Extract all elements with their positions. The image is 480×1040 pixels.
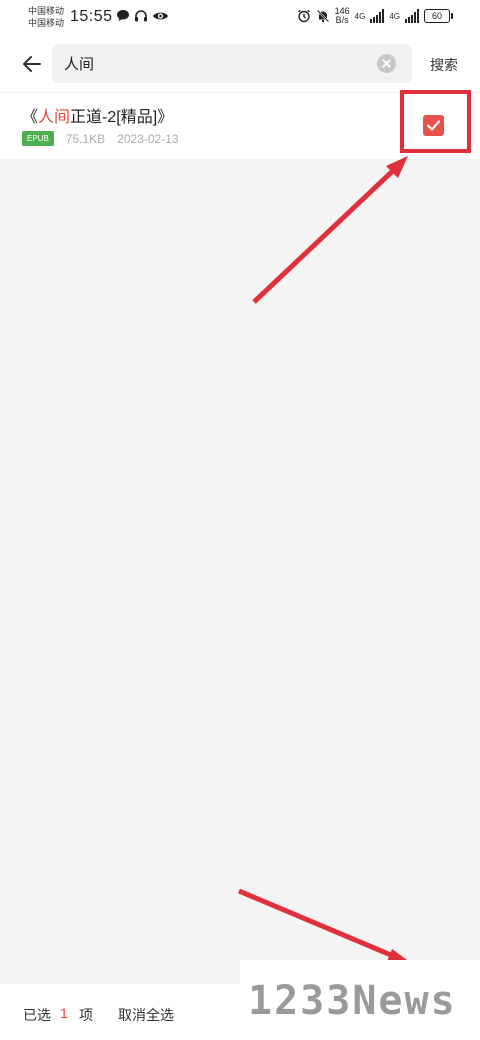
- alarm-icon: [297, 9, 310, 23]
- title-suffix: 正道-2[精品]》: [70, 109, 174, 126]
- search-header: 搜索: [0, 36, 480, 92]
- eye-icon: [153, 12, 168, 19]
- battery-icon: 60: [424, 9, 453, 23]
- search-button[interactable]: 搜索: [430, 55, 458, 75]
- notification-icons: [116, 9, 169, 22]
- book-title: 《人间正道-2[精品]》: [22, 103, 173, 127]
- deselect-all-button[interactable]: 取消全选: [118, 1005, 174, 1025]
- file-date: 2023-02-13: [117, 131, 179, 146]
- message-icon: [117, 10, 129, 21]
- carrier-2: 中国移动: [28, 18, 65, 28]
- file-size: 75.1KB: [65, 131, 106, 146]
- arrow-left-icon: [23, 56, 41, 72]
- title-highlight: 人间: [38, 109, 71, 126]
- headphones-icon: [135, 10, 147, 22]
- book-meta: EPUB 75.1KB 2023-02-13: [22, 131, 179, 146]
- watermark-text: 1233News: [248, 978, 457, 1024]
- carrier-names: 中国移动 中国移动: [28, 5, 64, 29]
- carrier-1: 中国移动: [28, 6, 65, 16]
- annotation-arrow-up: [252, 156, 408, 304]
- format-badge: EPUB: [22, 131, 54, 146]
- title-prefix: 《: [22, 109, 39, 126]
- signal-icon-2: [405, 9, 419, 23]
- status-bar: 中国移动 中国移动 15:55 146 B/s 4G 4G 60: [0, 0, 480, 36]
- back-button[interactable]: [18, 50, 46, 78]
- watermark: 1233News: [240, 960, 480, 1040]
- clear-search-button[interactable]: [377, 54, 396, 73]
- search-box: [52, 44, 412, 83]
- network-type-1: 4G: [354, 11, 366, 21]
- selected-label: 已选: [23, 1007, 51, 1023]
- annotation-highlight-box: [400, 90, 471, 153]
- selected-count: 1: [60, 1005, 68, 1021]
- network-speed: 146 B/s: [335, 7, 350, 25]
- status-indicators: 146 B/s 4G 4G 60: [297, 7, 453, 25]
- status-time: 15:55: [70, 8, 113, 25]
- annotation-arrow-down: [238, 888, 414, 965]
- search-input[interactable]: [64, 44, 364, 83]
- mute-bell-icon: [316, 9, 329, 23]
- network-speed-unit: B/s: [335, 15, 349, 25]
- close-icon: [382, 59, 391, 68]
- selected-unit: 项: [79, 1007, 93, 1023]
- signal-icon-1: [370, 9, 385, 23]
- network-type-2: 4G: [389, 11, 400, 21]
